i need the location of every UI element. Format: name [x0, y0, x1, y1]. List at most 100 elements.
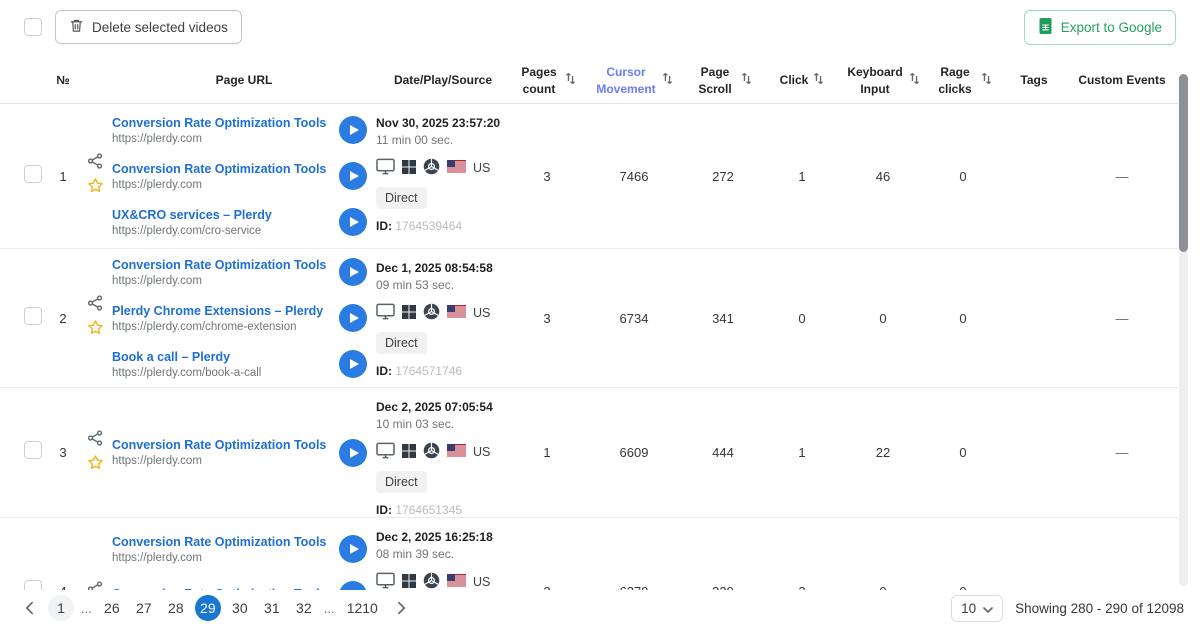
- sort-arrows-icon[interactable]: [662, 72, 673, 89]
- chrome-icon: [423, 303, 440, 323]
- page-url-text: https://plerdy.com: [112, 179, 326, 191]
- sort-arrows-icon[interactable]: [565, 72, 576, 89]
- page-url-text: https://plerdy.com/cro-service: [112, 225, 326, 237]
- play-button[interactable]: [339, 208, 367, 236]
- cursor-movement-value: 7466: [620, 169, 649, 184]
- page-url-link[interactable]: Plerdy Chrome Extensions – Plerdy: [112, 304, 326, 318]
- scrollbar-thumb[interactable]: [1179, 74, 1188, 252]
- page-url-link[interactable]: Conversion Rate Optimization Tools – Ple…: [112, 438, 326, 452]
- country-code: US: [473, 575, 490, 589]
- chrome-icon: [423, 442, 440, 462]
- play-button[interactable]: [339, 535, 367, 563]
- column-cursor-movement[interactable]: Cursor Movement: [584, 64, 684, 96]
- chevron-right-icon[interactable]: [389, 595, 415, 621]
- country-code: US: [473, 306, 490, 320]
- rage-clicks-value: 0: [959, 445, 966, 460]
- session-id-value: 1764651345: [395, 503, 462, 517]
- custom-events-value: —: [1116, 169, 1129, 184]
- star-icon[interactable]: [87, 177, 104, 199]
- page-number[interactable]: 32: [291, 595, 317, 621]
- row-checkbox[interactable]: [24, 441, 42, 459]
- rows-per-page-select[interactable]: 10: [951, 595, 1003, 622]
- play-button[interactable]: [339, 116, 367, 144]
- page-number[interactable]: 1210: [342, 595, 383, 621]
- column-page-scroll[interactable]: Page Scroll: [684, 64, 762, 96]
- desktop-monitor-icon: [376, 572, 395, 592]
- page-url-link[interactable]: UX&CRO services – Plerdy: [112, 208, 326, 222]
- column-num: №: [48, 72, 78, 88]
- row-number: 3: [59, 445, 66, 460]
- page-url-text: https://plerdy.com: [112, 455, 326, 467]
- date-play-source-cell: Dec 2, 2025 07:05:54 10 min 03 sec. US D…: [376, 388, 510, 517]
- page-number[interactable]: 1: [48, 595, 74, 621]
- page-entry: Plerdy Chrome Extensions – Plerdy https:…: [112, 295, 376, 341]
- page-number[interactable]: 26: [99, 595, 125, 621]
- play-button[interactable]: [339, 162, 367, 190]
- column-pages-count[interactable]: Pages count: [510, 64, 584, 96]
- share-nodes-icon[interactable]: [87, 295, 103, 316]
- play-button[interactable]: [339, 304, 367, 332]
- table-row: 1 Conversion Rate Optimization Tools – P…: [0, 104, 1178, 249]
- rage-clicks-value: 0: [959, 169, 966, 184]
- sort-arrows-icon[interactable]: [741, 72, 752, 89]
- session-id-label: ID:: [376, 219, 392, 233]
- share-nodes-icon[interactable]: [87, 430, 103, 451]
- page-number-active[interactable]: 29: [195, 595, 221, 621]
- sort-arrows-icon[interactable]: [909, 72, 920, 89]
- column-click[interactable]: Click: [762, 72, 842, 89]
- share-nodes-icon[interactable]: [87, 153, 103, 174]
- cursor-movement-value: 6734: [620, 311, 649, 326]
- column-page-url: Page URL: [112, 72, 376, 88]
- page-url-link[interactable]: Book a call – Plerdy: [112, 350, 326, 364]
- star-icon[interactable]: [87, 319, 104, 341]
- chevron-left-icon[interactable]: [16, 595, 42, 621]
- sort-arrows-icon[interactable]: [981, 72, 992, 89]
- delete-selected-button[interactable]: Delete selected videos: [55, 10, 242, 44]
- page-url-link[interactable]: Conversion Rate Optimization Tools – Ple…: [112, 162, 326, 176]
- row-checkbox[interactable]: [24, 307, 42, 325]
- session-id-label: ID:: [376, 503, 392, 517]
- sort-arrows-icon[interactable]: [813, 72, 824, 89]
- desktop-monitor-icon: [376, 158, 395, 178]
- column-keyboard-input[interactable]: Keyboard Input: [842, 64, 924, 96]
- page-url-link[interactable]: Conversion Rate Optimization Tools – Ple…: [112, 258, 326, 272]
- chrome-icon: [423, 572, 440, 592]
- page-url-link[interactable]: Conversion Rate Optimization Tools – Ple…: [112, 535, 326, 549]
- traffic-source-badge: Direct: [376, 332, 427, 354]
- scrollbar-track[interactable]: [1179, 250, 1188, 586]
- page-entry: UX&CRO services – Plerdy https://plerdy.…: [112, 199, 376, 245]
- column-tags: Tags: [1002, 72, 1066, 88]
- page-number[interactable]: 31: [259, 595, 285, 621]
- page-number[interactable]: 28: [163, 595, 189, 621]
- table-row: 3 Conversion Rate Optimization Tools – P…: [0, 388, 1178, 518]
- chrome-icon: [423, 158, 440, 178]
- column-custom-events: Custom Events: [1066, 72, 1178, 88]
- star-icon[interactable]: [87, 454, 104, 476]
- play-button[interactable]: [339, 439, 367, 467]
- page-url-link[interactable]: Conversion Rate Optimization Tools – Ple…: [112, 116, 326, 130]
- country-code: US: [473, 161, 490, 175]
- pages-count-value: 1: [543, 445, 550, 460]
- page-number[interactable]: 27: [131, 595, 157, 621]
- page-entry: Book a call – Plerdy https://plerdy.com/…: [112, 341, 376, 387]
- session-duration: 10 min 03 sec.: [376, 417, 510, 431]
- session-id-label: ID:: [376, 364, 392, 378]
- click-value: 0: [798, 311, 805, 326]
- windows-icon: [402, 574, 416, 591]
- row-checkbox[interactable]: [24, 165, 42, 183]
- pagination-bar: 1 ... 26 27 28 29 30 31 32 ... 1210 10 S…: [0, 590, 1200, 626]
- pages-count-value: 3: [543, 311, 550, 326]
- pager-ellipsis: ...: [80, 601, 93, 616]
- play-button[interactable]: [339, 350, 367, 378]
- column-rage-clicks[interactable]: Rage clicks: [924, 64, 1002, 96]
- select-all-checkbox[interactable]: [24, 18, 42, 36]
- custom-events-value: —: [1116, 311, 1129, 326]
- session-duration: 08 min 39 sec.: [376, 547, 510, 561]
- page-number[interactable]: 30: [227, 595, 253, 621]
- pager: 1 ... 26 27 28 29 30 31 32 ... 1210: [16, 595, 415, 621]
- us-flag-icon: [447, 574, 466, 590]
- play-button[interactable]: [339, 258, 367, 286]
- showing-range-label: Showing 280 - 290 of 12098: [1015, 601, 1184, 616]
- export-to-google-button[interactable]: Export to Google: [1024, 10, 1176, 45]
- keyboard-input-value: 0: [879, 311, 886, 326]
